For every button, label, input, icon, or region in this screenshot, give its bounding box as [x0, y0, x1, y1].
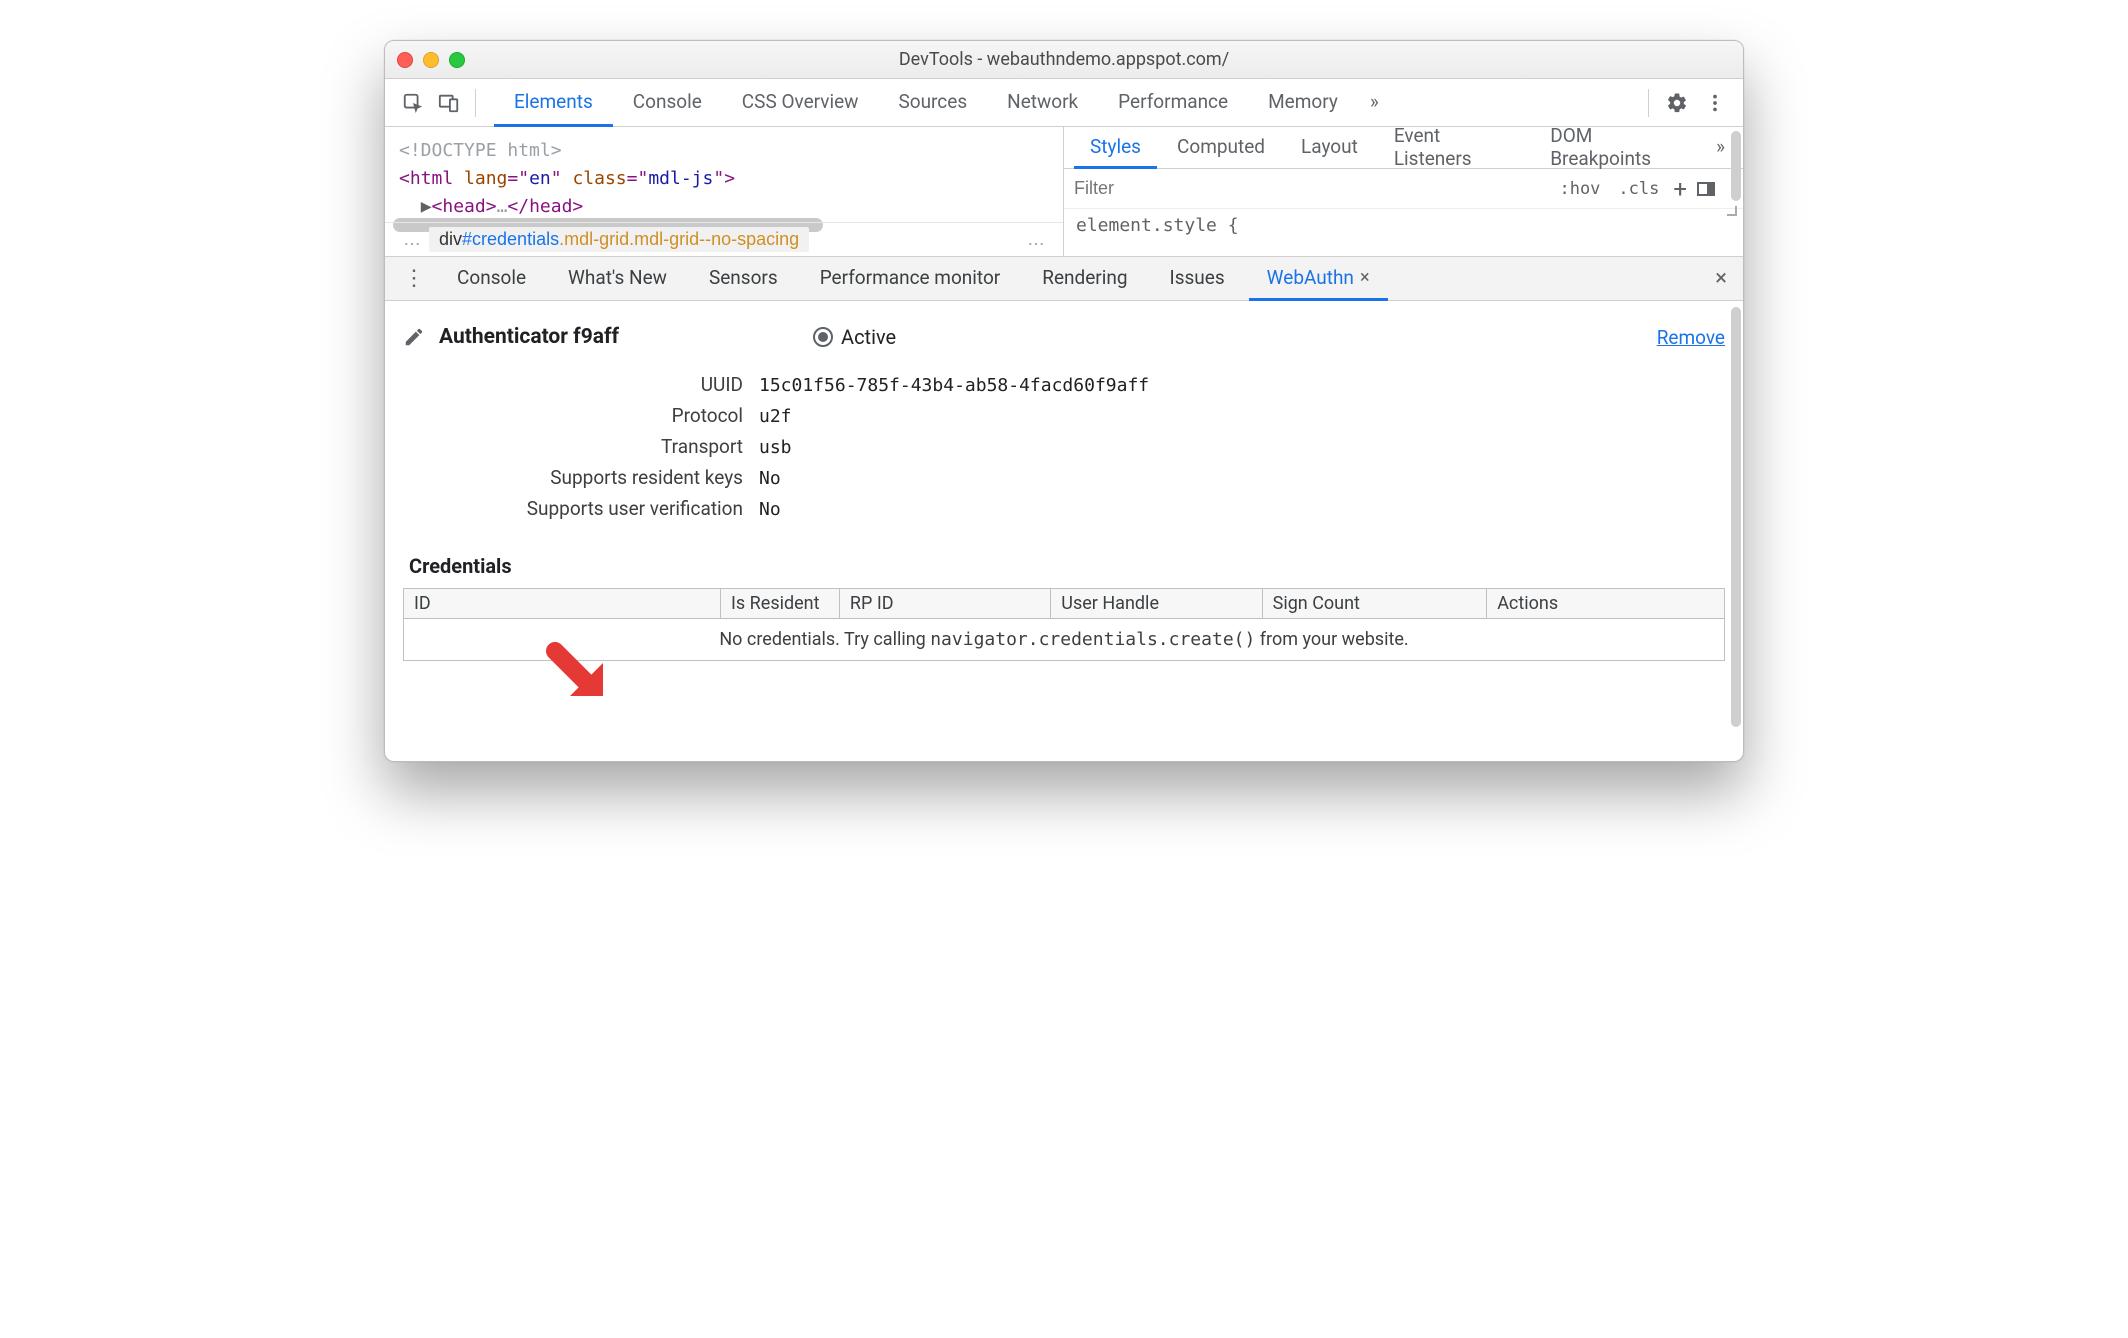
authenticator-name: Authenticator f9aff	[439, 325, 619, 349]
prop-uuid-value: 15c01f56-785f-43b4-ab58-4facd60f9aff	[759, 375, 1149, 396]
close-tab-icon[interactable]: ×	[1360, 267, 1370, 288]
styles-tab-event-listeners[interactable]: Event Listeners	[1378, 128, 1530, 169]
edit-pencil-icon[interactable]	[403, 326, 425, 348]
prop-transport-label: Transport	[443, 435, 743, 458]
drawer-vertical-scrollbar[interactable]	[1731, 307, 1741, 727]
main-tab-strip: Elements Console CSS Overview Sources Ne…	[385, 79, 1743, 127]
col-is-resident[interactable]: Is Resident	[721, 589, 840, 619]
col-sign-count[interactable]: Sign Count	[1262, 589, 1487, 619]
styles-tab-styles[interactable]: Styles	[1074, 128, 1157, 169]
window-maximize-button[interactable]	[449, 52, 465, 68]
col-rp-id[interactable]: RP ID	[839, 589, 1050, 619]
styles-tab-strip: Styles Computed Layout Event Listeners D…	[1064, 127, 1743, 169]
prop-uuid-label: UUID	[443, 373, 743, 396]
drawer-tab-performance-monitor[interactable]: Performance monitor	[802, 258, 1019, 301]
inspect-element-icon[interactable]	[397, 87, 429, 119]
drawer-tab-console[interactable]: Console	[439, 258, 544, 301]
prop-srk-label: Supports resident keys	[443, 466, 743, 489]
tab-sources[interactable]: Sources	[878, 79, 987, 127]
breadcrumb[interactable]: … div#credentials.mdl-grid.mdl-grid--no-…	[385, 222, 1063, 256]
active-label: Active	[841, 325, 896, 349]
credentials-heading: Credentials	[409, 554, 1725, 578]
elements-vertical-scrollbar[interactable]	[1731, 131, 1741, 201]
kebab-menu-icon[interactable]	[1699, 87, 1731, 119]
tab-elements[interactable]: Elements	[494, 79, 613, 127]
devtools-window: DevTools - webauthndemo.appspot.com/	[384, 40, 1744, 762]
tab-console[interactable]: Console	[613, 79, 722, 127]
radio-dot-icon	[813, 327, 833, 347]
prop-protocol-value: u2f	[759, 406, 792, 427]
new-style-rule-icon[interactable]: +	[1673, 175, 1687, 203]
window-title: DevTools - webauthndemo.appspot.com/	[899, 49, 1229, 70]
col-id[interactable]: ID	[404, 589, 721, 619]
tab-performance[interactable]: Performance	[1098, 79, 1248, 127]
tab-memory[interactable]: Memory	[1248, 79, 1358, 127]
drawer-tab-rendering[interactable]: Rendering	[1024, 258, 1145, 301]
dom-html-tag[interactable]: <html lang="en" class="mdl-js">	[399, 165, 1049, 193]
authenticator-properties: UUID 15c01f56-785f-43b4-ab58-4facd60f9aff…	[443, 373, 1725, 520]
prop-suv-value: No	[759, 499, 781, 520]
expand-arrow-icon[interactable]: ▶	[421, 196, 432, 217]
prop-srk-value: No	[759, 468, 781, 489]
prop-suv-label: Supports user verification	[443, 497, 743, 520]
styles-filter-input[interactable]	[1072, 169, 1545, 208]
drawer-tab-sensors[interactable]: Sensors	[691, 258, 796, 301]
computed-pane-toggle-icon[interactable]	[1697, 182, 1715, 196]
webauthn-panel: Authenticator f9aff Active Remove UUID 15…	[385, 301, 1743, 761]
tab-network[interactable]: Network	[987, 79, 1098, 127]
prop-transport-value: usb	[759, 437, 792, 458]
tab-css-overview[interactable]: CSS Overview	[722, 79, 879, 127]
drawer-tab-issues[interactable]: Issues	[1152, 258, 1243, 301]
prop-protocol-label: Protocol	[443, 404, 743, 427]
element-style-rule[interactable]: element.style {	[1064, 209, 1743, 242]
annotation-arrow-icon	[545, 641, 615, 711]
window-close-button[interactable]	[397, 52, 413, 68]
close-drawer-icon[interactable]: ×	[1709, 266, 1733, 291]
col-user-handle[interactable]: User Handle	[1051, 589, 1262, 619]
devtools-body: Elements Console CSS Overview Sources Ne…	[385, 79, 1743, 761]
styles-tab-computed[interactable]: Computed	[1161, 128, 1281, 169]
styles-tab-dom-breakpoints[interactable]: DOM Breakpoints	[1534, 128, 1704, 169]
remove-link[interactable]: Remove	[1657, 326, 1725, 349]
window-titlebar: DevTools - webauthndemo.appspot.com/	[385, 41, 1743, 79]
elements-panel: <!DOCTYPE html> <html lang="en" class="m…	[385, 127, 1743, 257]
drawer-tab-whats-new[interactable]: What's New	[550, 258, 685, 301]
drawer-tab-strip: ⋮ Console What's New Sensors Performance…	[385, 257, 1743, 301]
device-toolbar-icon[interactable]	[433, 87, 465, 119]
drawer-tab-webauthn[interactable]: WebAuthn×	[1249, 258, 1388, 301]
dom-tree[interactable]: <!DOCTYPE html> <html lang="en" class="m…	[385, 127, 1064, 256]
settings-gear-icon[interactable]	[1661, 87, 1693, 119]
styles-sidebar: Styles Computed Layout Event Listeners D…	[1064, 127, 1743, 256]
cls-toggle[interactable]: .cls	[1614, 179, 1663, 199]
window-minimize-button[interactable]	[423, 52, 439, 68]
dom-head-tag[interactable]: ▶<head>…</head>	[399, 193, 1049, 221]
hov-toggle[interactable]: :hov	[1555, 179, 1604, 199]
crumb-ellipsis-right[interactable]: …	[1019, 229, 1053, 250]
main-tabs-overflow[interactable]: »	[1358, 79, 1391, 127]
styles-tab-layout[interactable]: Layout	[1285, 128, 1374, 169]
crumb-ellipsis-left[interactable]: …	[395, 229, 429, 250]
dom-doctype: <!DOCTYPE html>	[399, 140, 562, 161]
active-radio[interactable]: Active	[813, 325, 896, 349]
crumb-current[interactable]: div#credentials.mdl-grid.mdl-grid--no-sp…	[429, 227, 809, 252]
drawer-menu-icon[interactable]: ⋮	[395, 266, 433, 291]
col-actions[interactable]: Actions	[1487, 589, 1725, 619]
styles-filter-row: :hov .cls +	[1064, 169, 1743, 209]
